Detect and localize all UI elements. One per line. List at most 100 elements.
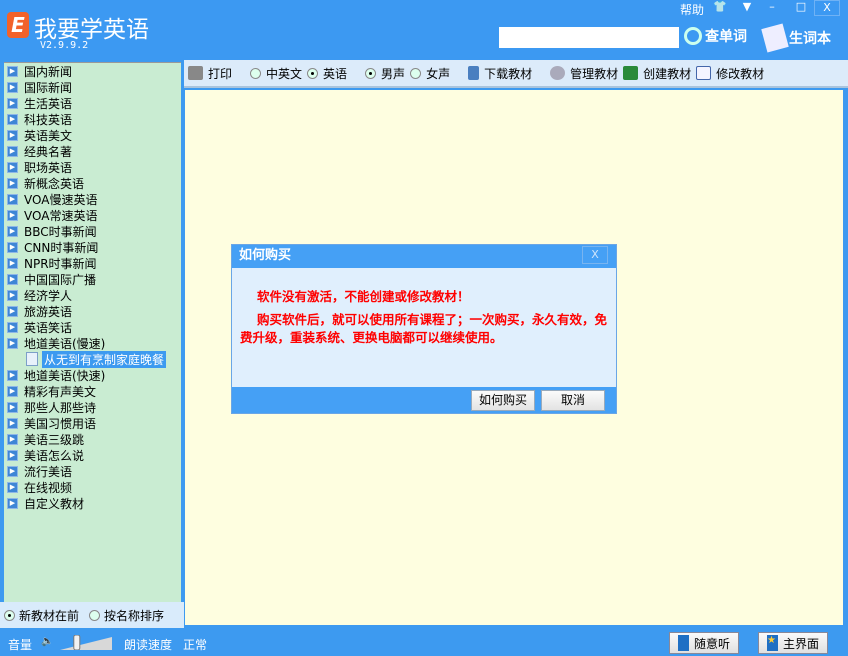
- expand-icon[interactable]: ▶: [7, 417, 18, 429]
- tree-item-label: 科技英语: [24, 112, 73, 127]
- tree-item[interactable]: ▶ 国内新闻: [4, 63, 181, 79]
- sort-options: 新教材在前 按名称排序: [0, 602, 184, 628]
- close-button[interactable]: X: [814, 0, 840, 16]
- expand-icon[interactable]: ▶: [7, 97, 18, 109]
- expand-icon[interactable]: ▶: [7, 337, 18, 349]
- female-voice-label[interactable]: 女声: [426, 65, 450, 82]
- expand-icon[interactable]: ▶: [7, 257, 18, 269]
- tree-item[interactable]: ▶ VOA常速英语: [4, 207, 181, 223]
- tree-item[interactable]: ▶ 生活英语: [4, 95, 181, 111]
- expand-icon[interactable]: ▶: [7, 385, 18, 397]
- maximize-button[interactable]: □: [789, 0, 813, 16]
- bilingual-label[interactable]: 中英文: [266, 65, 302, 82]
- sort-new-radio[interactable]: [4, 609, 15, 621]
- english-label[interactable]: 英语: [323, 65, 347, 82]
- expand-icon[interactable]: ▶: [7, 177, 18, 189]
- tree-item[interactable]: ▶ 国际新闻: [4, 79, 181, 95]
- tree-item-label: 美语三级跳: [24, 432, 85, 447]
- male-voice-radio[interactable]: [365, 67, 377, 79]
- help-link[interactable]: 帮助: [680, 1, 704, 18]
- minimize-button[interactable]: –: [760, 0, 784, 16]
- expand-icon[interactable]: ▶: [7, 241, 18, 253]
- menu-dropdown-icon[interactable]: ▼: [735, 0, 759, 16]
- tree-item[interactable]: ▶ 科技英语: [4, 111, 181, 127]
- expand-icon[interactable]: ▶: [7, 401, 18, 413]
- tree-item[interactable]: ▶ VOA慢速英语: [4, 191, 181, 207]
- tree-item[interactable]: ▶ 美语三级跳: [4, 431, 181, 447]
- dialog-close-button[interactable]: X: [582, 246, 608, 264]
- volume-slider[interactable]: [60, 635, 112, 650]
- tree-item[interactable]: ▶ BBC时事新闻: [4, 223, 181, 239]
- home-label: 主界面: [783, 636, 820, 651]
- expand-icon[interactable]: ▶: [7, 305, 18, 317]
- tree-item[interactable]: ▶ 地道美语(快速): [4, 367, 181, 383]
- expand-icon[interactable]: ▶: [7, 145, 18, 157]
- expand-icon[interactable]: ▶: [7, 81, 18, 93]
- lookup-word-button[interactable]: 查单词: [684, 26, 747, 46]
- vocab-book-button[interactable]: 生词本: [761, 23, 831, 53]
- male-voice-label[interactable]: 男声: [381, 65, 405, 82]
- tree-item-label: VOA慢速英语: [24, 192, 98, 207]
- how-to-buy-button[interactable]: 如何购买: [471, 390, 535, 411]
- tree-item[interactable]: ▶ 英语笑话: [4, 319, 181, 335]
- speed-value[interactable]: 正常: [183, 636, 207, 653]
- english-radio[interactable]: [307, 67, 319, 79]
- expand-icon[interactable]: ▶: [7, 321, 18, 333]
- tree-item[interactable]: ▶ 美国习惯用语: [4, 415, 181, 431]
- word-search-input[interactable]: [499, 27, 679, 48]
- tree-item-label: 中国国际广播: [24, 272, 97, 287]
- course-tree[interactable]: ▶ 国内新闻 ▶ 国际新闻 ▶ 生活英语 ▶ 科技英语 ▶ 英语美文 ▶ 经典名著 ▶ 职场英语 ▶ 新概念英…: [4, 62, 181, 602]
- edit-button[interactable]: 修改教材: [716, 65, 764, 82]
- expand-icon[interactable]: ▶: [7, 113, 18, 125]
- tree-item[interactable]: ▶ 中国国际广播: [4, 271, 181, 287]
- expand-icon[interactable]: ▶: [7, 161, 18, 173]
- expand-icon[interactable]: ▶: [7, 65, 18, 77]
- expand-icon[interactable]: ▶: [7, 273, 18, 285]
- expand-icon[interactable]: ▶: [7, 465, 18, 477]
- tree-item[interactable]: ▶ 美语怎么说: [4, 447, 181, 463]
- expand-icon[interactable]: ▶: [7, 129, 18, 141]
- tree-item[interactable]: ▶ 经济学人: [4, 287, 181, 303]
- tree-item[interactable]: ▶ 经典名著: [4, 143, 181, 159]
- tree-item[interactable]: ▶ 地道美语(慢速): [4, 335, 181, 351]
- download-button[interactable]: 下载教材: [484, 65, 532, 82]
- tree-item-label: VOA常速英语: [24, 208, 98, 223]
- sort-name-label[interactable]: 按名称排序: [104, 607, 164, 624]
- skin-icon[interactable]: 👕: [708, 0, 732, 16]
- home-button[interactable]: ★ 主界面: [758, 632, 828, 654]
- cancel-button[interactable]: 取消: [541, 390, 605, 411]
- sort-new-label[interactable]: 新教材在前: [19, 607, 79, 624]
- manage-button[interactable]: 管理教材: [570, 65, 618, 82]
- tree-item[interactable]: ▶ NPR时事新闻: [4, 255, 181, 271]
- expand-icon[interactable]: ▶: [7, 193, 18, 205]
- expand-icon[interactable]: ▶: [7, 289, 18, 301]
- dialog-message-2: 购买软件后，就可以使用所有课程了；一次购买，永久有效，免费升级，重装系统、更换电…: [240, 312, 608, 345]
- tree-item[interactable]: ▶ 自定义教材: [4, 495, 181, 511]
- tree-item[interactable]: ▶ 职场英语: [4, 159, 181, 175]
- expand-icon[interactable]: ▶: [7, 449, 18, 461]
- create-button[interactable]: 创建教材: [643, 65, 691, 82]
- tree-item[interactable]: ▶ CNN时事新闻: [4, 239, 181, 255]
- print-button[interactable]: 打印: [208, 65, 232, 82]
- bilingual-radio[interactable]: [250, 67, 262, 79]
- tree-item[interactable]: ▶ 新概念英语: [4, 175, 181, 191]
- volume-slider-handle[interactable]: [73, 635, 81, 650]
- random-listen-label: 随意听: [694, 636, 731, 651]
- tree-item[interactable]: ▶ 流行美语: [4, 463, 181, 479]
- sort-name-radio[interactable]: [89, 609, 101, 621]
- tree-item-label: 生活英语: [24, 96, 73, 111]
- random-listen-button[interactable]: 随意听: [669, 632, 739, 654]
- expand-icon[interactable]: ▶: [7, 369, 18, 381]
- expand-icon[interactable]: ▶: [7, 433, 18, 445]
- expand-icon[interactable]: ▶: [7, 481, 18, 493]
- expand-icon[interactable]: ▶: [7, 225, 18, 237]
- tree-item[interactable]: ▶ 精彩有声美文: [4, 383, 181, 399]
- tree-child-item[interactable]: 从无到有烹制家庭晚餐: [4, 350, 181, 368]
- expand-icon[interactable]: ▶: [7, 209, 18, 221]
- tree-item[interactable]: ▶ 那些人那些诗: [4, 399, 181, 415]
- tree-item[interactable]: ▶ 英语美文: [4, 127, 181, 143]
- expand-icon[interactable]: ▶: [7, 497, 18, 509]
- tree-item[interactable]: ▶ 在线视频: [4, 479, 181, 495]
- female-voice-radio[interactable]: [410, 67, 422, 79]
- tree-item[interactable]: ▶ 旅游英语: [4, 303, 181, 319]
